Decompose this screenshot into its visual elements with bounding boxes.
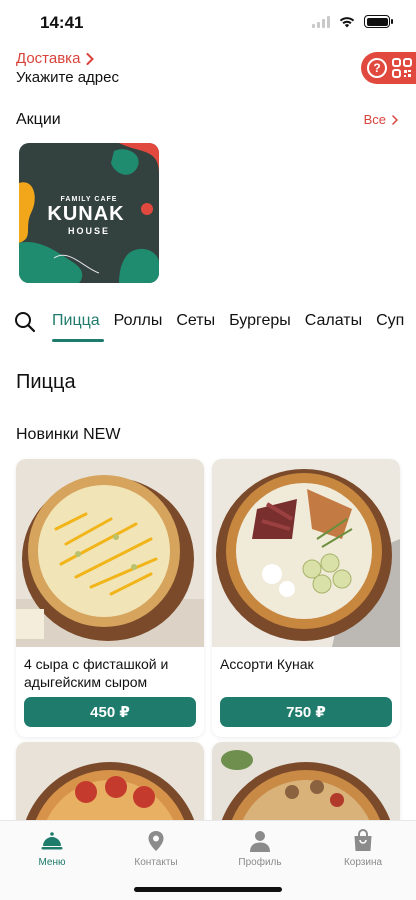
tab-pizza[interactable]: Пицца (52, 312, 104, 342)
nav-contacts[interactable]: Контакты (111, 829, 201, 868)
qr-code-icon[interactable] (392, 58, 412, 78)
user-icon (250, 831, 270, 852)
location-pin-icon (148, 831, 164, 851)
nav-cart[interactable]: Корзина (318, 829, 408, 868)
battery-icon (364, 15, 393, 28)
wifi-icon (339, 17, 355, 28)
status-bar: 14:41 (0, 0, 416, 44)
product-image (16, 742, 204, 820)
promotions-title: Акции (16, 111, 61, 128)
status-icons (312, 15, 393, 28)
status-time: 14:41 (40, 13, 84, 32)
product-image (16, 459, 204, 647)
product-card[interactable]: 4 сыра с фисташкой и адыгейским сыром 45… (16, 459, 204, 737)
nav-cart-label: Корзина (343, 857, 383, 868)
kunak-house-promo-image: FAMILY CAFE KUNAK HOUSE (19, 143, 159, 283)
tab-salads[interactable]: Салаты (305, 312, 362, 342)
delivery-label: Доставка (16, 50, 81, 67)
shopping-bag-icon (354, 829, 372, 851)
product-card[interactable] (16, 742, 204, 820)
cellular-signal-icon (312, 15, 330, 28)
promo-card-top-text: FAMILY CAFE (61, 196, 118, 203)
menu-section: Пицца Новинки NEW 4 сыра с фисташкой и а… (0, 350, 416, 820)
category-tabs: Пицца Роллы Сеты Бургеры Салаты Суп (52, 312, 416, 342)
product-image (212, 459, 400, 647)
question-circle-icon[interactable]: ? (367, 58, 387, 78)
nav-menu[interactable]: Меню (7, 829, 97, 868)
price-button[interactable]: 750 ₽ (220, 697, 392, 727)
price-button[interactable]: 450 ₽ (24, 697, 196, 727)
home-indicator (134, 887, 282, 892)
nav-menu-label: Меню (38, 857, 66, 868)
product-card[interactable]: Ассорти Кунак 750 ₽ (212, 459, 400, 737)
promo-card-logo-text: KUNAK (47, 203, 124, 225)
tab-sets[interactable]: Сеты (176, 312, 215, 342)
address-button[interactable]: Укажите адрес (16, 69, 119, 86)
all-promotions-link[interactable]: Все (364, 112, 398, 127)
category-bar: Пицца Роллы Сеты Бургеры Салаты Суп (0, 300, 416, 350)
tab-soups[interactable]: Суп (376, 312, 404, 342)
promotions-section: Акции Все FAMILY CAFE KUNAK HOUSE (0, 100, 416, 300)
promo-card[interactable]: FAMILY CAFE KUNAK HOUSE (19, 143, 159, 283)
tab-burgers[interactable]: Бургеры (229, 312, 291, 342)
nav-contacts-label: Контакты (134, 857, 178, 868)
bottom-nav: Меню Контакты Профиль Корзина (0, 820, 416, 900)
cloche-icon (41, 832, 63, 850)
header: Доставка Укажите адрес ? (0, 44, 416, 100)
delivery-mode-button[interactable]: Доставка (16, 50, 95, 67)
chevron-right-icon (392, 114, 398, 125)
product-image (212, 742, 400, 820)
nav-profile[interactable]: Профиль (215, 829, 305, 868)
all-promotions-label: Все (363, 112, 386, 127)
product-card[interactable] (212, 742, 400, 820)
search-icon[interactable] (14, 311, 36, 333)
section-heading: Пицца (16, 371, 76, 393)
nav-profile-label: Профиль (238, 857, 282, 868)
product-name: 4 сыра с фисташкой и адыгейским сыром (24, 656, 169, 690)
subsection-heading: Новинки NEW (16, 426, 121, 443)
promo-card-bottom-text: HOUSE (68, 226, 110, 236)
tab-rolls[interactable]: Роллы (114, 312, 163, 342)
header-actions-pill: ? (361, 52, 416, 84)
chevron-right-icon (86, 52, 95, 65)
product-name: Ассорти Кунак (220, 656, 314, 672)
